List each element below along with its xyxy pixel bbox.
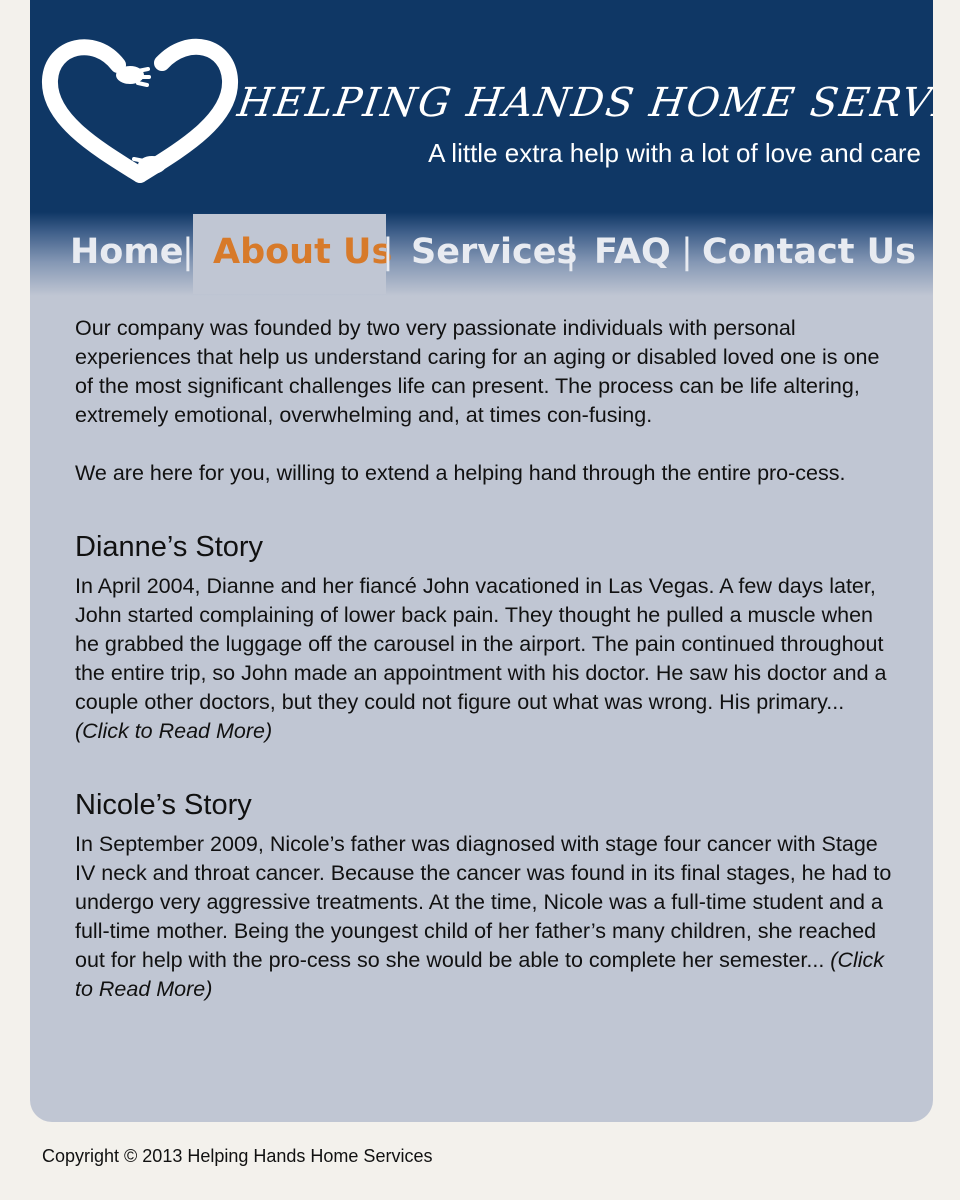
story-excerpt-text: In April 2004, Dianne and her fiancé Joh…: [75, 574, 887, 714]
intro-paragraph: We are here for you, willing to extend a…: [75, 461, 846, 485]
story-excerpt: In April 2004, Dianne and her fiancé Joh…: [75, 572, 895, 746]
nav-separator: |: [565, 232, 577, 272]
nav-item-contact-us[interactable]: Contact Us: [702, 232, 916, 272]
story-excerpt: In September 2009, Nicole’s father was d…: [75, 830, 895, 1004]
nav-item-faq[interactable]: FAQ: [594, 232, 671, 272]
nav-item-about-us[interactable]: About Us: [213, 232, 392, 272]
nav-item-home[interactable]: Home: [70, 232, 184, 272]
nav-item-services[interactable]: Services: [411, 232, 577, 272]
story-title: Nicole’s Story: [75, 789, 252, 821]
nav-separator: |: [382, 232, 394, 272]
read-more-link[interactable]: (Click to Read More): [75, 719, 272, 743]
nav-separator: |: [182, 232, 194, 272]
footer-copyright: Copyright © 2013 Helping Hands Home Serv…: [42, 1146, 433, 1166]
heart-hands-logo-icon[interactable]: [40, 35, 240, 185]
nav-separator: |: [681, 232, 693, 272]
site-tagline: A little extra help with a lot of love a…: [428, 138, 921, 168]
main-content: Our company was founded by two very pass…: [75, 314, 895, 1004]
site-header: HELPING HANDS HOME SERVICES A little ext…: [30, 0, 933, 300]
site-brand[interactable]: HELPING HANDS HOME SERVICES: [235, 80, 933, 126]
intro-paragraph: Our company was founded by two very pass…: [75, 316, 880, 427]
page-card: HELPING HANDS HOME SERVICES A little ext…: [30, 0, 933, 1122]
story-title: Dianne’s Story: [75, 531, 264, 563]
story-excerpt-text: In September 2009, Nicole’s father was d…: [75, 832, 892, 972]
main-nav: Home | About Us | Services | FAQ | Conta…: [30, 214, 933, 294]
